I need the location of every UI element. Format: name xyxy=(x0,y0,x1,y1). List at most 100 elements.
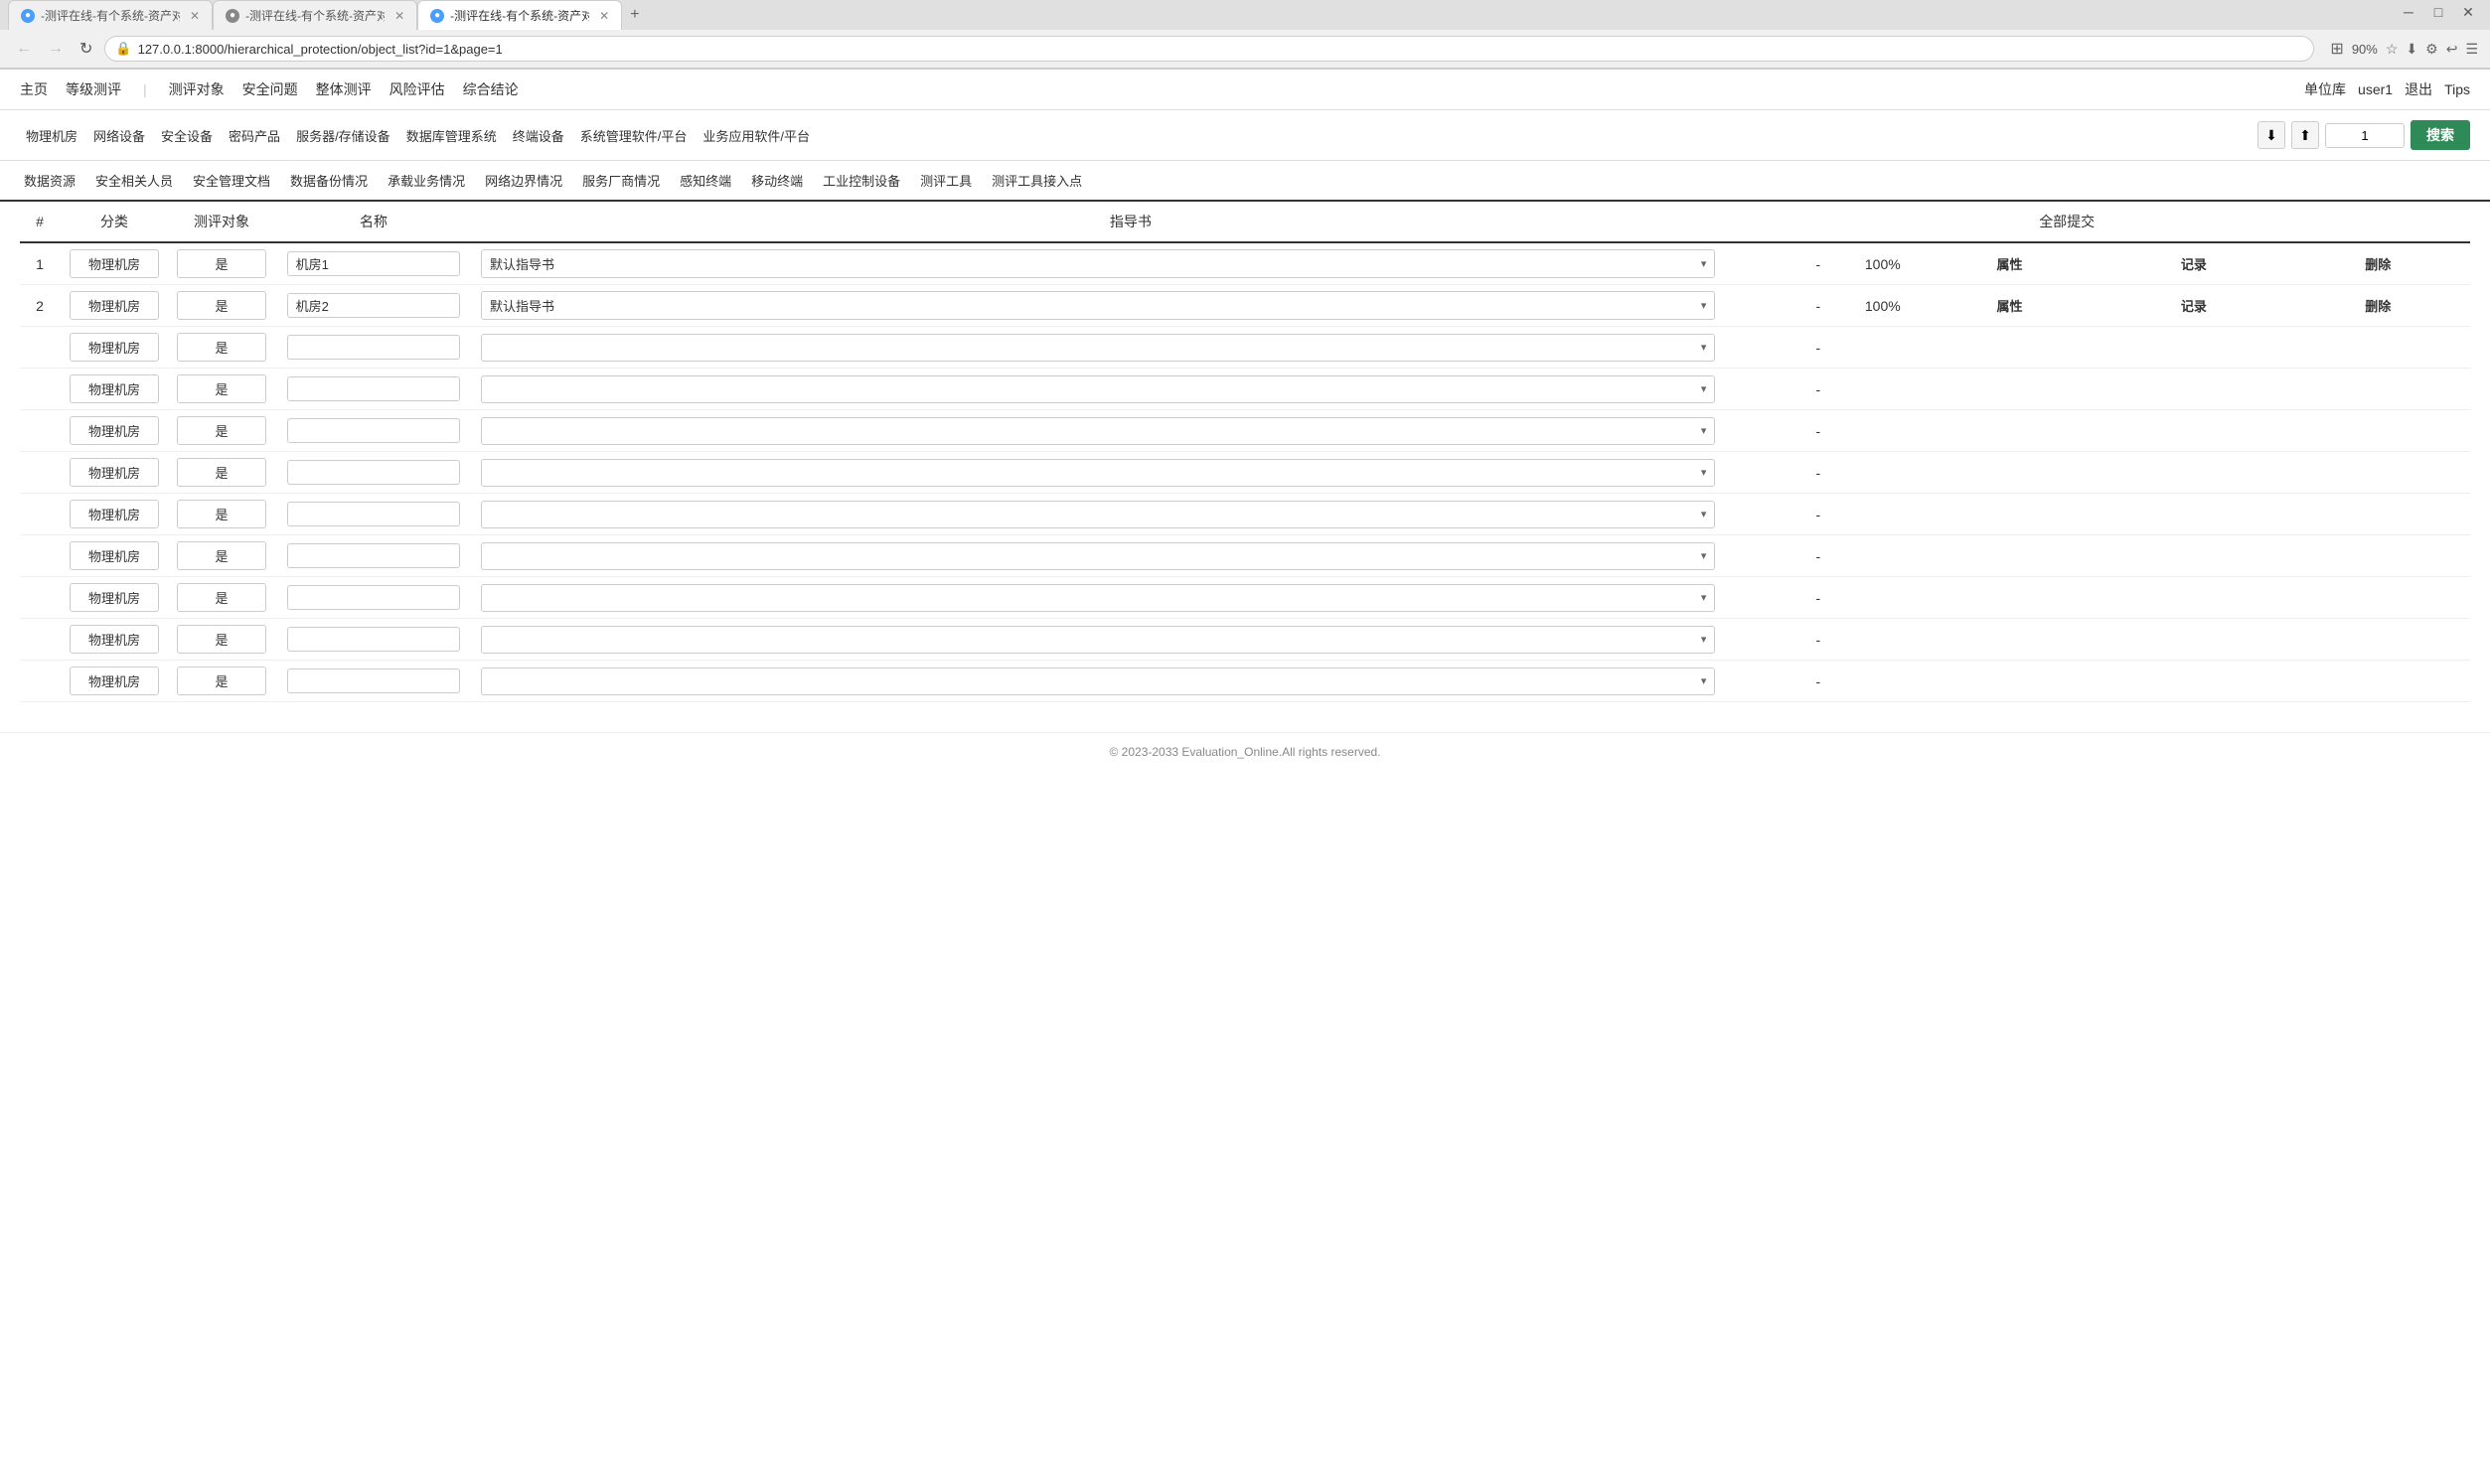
subcat-mobile-terminal[interactable]: 移动终端 xyxy=(747,169,807,192)
subcat-security-docs[interactable]: 安全管理文档 xyxy=(189,169,274,192)
bookmark-icon[interactable]: ☆ xyxy=(2386,41,2399,58)
subcat-network-boundary[interactable]: 网络边界情况 xyxy=(481,169,566,192)
name-input[interactable] xyxy=(287,335,461,360)
cell-guide[interactable]: ▾ xyxy=(473,661,1789,702)
nav-unit-library[interactable]: 单位库 xyxy=(2304,79,2346,99)
subcat-security-staff[interactable]: 安全相关人员 xyxy=(91,169,177,192)
cell-delete-action[interactable]: 删除 xyxy=(2286,242,2470,285)
close-window-button[interactable]: ✕ xyxy=(2454,0,2482,24)
subcat-service-vendor[interactable]: 服务厂商情况 xyxy=(578,169,664,192)
cell-delete-action[interactable]: 删除 xyxy=(2286,285,2470,327)
address-input-container[interactable]: 🔒 127.0.0.1:8000/hierarchical_protection… xyxy=(104,36,2314,62)
guide-select[interactable]: 默认指导书▾ xyxy=(481,249,1715,278)
cell-guide[interactable]: ▾ xyxy=(473,494,1789,535)
cell-name[interactable] xyxy=(274,577,473,619)
nav-user[interactable]: user1 xyxy=(2358,81,2393,97)
cell-name[interactable] xyxy=(274,285,473,327)
name-input[interactable] xyxy=(287,627,461,652)
cat-db-management[interactable]: 数据库管理系统 xyxy=(400,124,503,147)
cell-attr-action[interactable]: 属性 xyxy=(1918,242,2101,285)
name-input[interactable] xyxy=(287,418,461,443)
extensions-icon[interactable]: ⊞ xyxy=(2330,39,2343,59)
settings-icon[interactable]: ⚙ xyxy=(2425,41,2438,58)
cat-security-devices[interactable]: 安全设备 xyxy=(155,124,219,147)
cell-name[interactable] xyxy=(274,619,473,661)
cell-name[interactable] xyxy=(274,661,473,702)
cat-crypto-products[interactable]: 密码产品 xyxy=(223,124,286,147)
browser-tab-3[interactable]: ● -测评在线-有个系统-资产对象 ✕ xyxy=(417,0,622,30)
cell-guide[interactable]: ▾ xyxy=(473,452,1789,494)
guide-select-empty[interactable]: ▾ xyxy=(481,501,1715,528)
cell-guide[interactable]: ▾ xyxy=(473,327,1789,369)
name-input[interactable] xyxy=(287,251,461,276)
nav-logout[interactable]: 退出 xyxy=(2405,79,2432,99)
guide-select-empty[interactable]: ▾ xyxy=(481,417,1715,445)
name-input[interactable] xyxy=(287,668,461,693)
cell-guide[interactable]: ▾ xyxy=(473,577,1789,619)
undo-icon[interactable]: ↩ xyxy=(2446,41,2458,58)
guide-select-empty[interactable]: ▾ xyxy=(481,542,1715,570)
cell-name[interactable] xyxy=(274,327,473,369)
browser-tab-1[interactable]: ● -测评在线-有个系统-资产对象 ✕ xyxy=(8,0,213,30)
subcat-biz-load[interactable]: 承载业务情况 xyxy=(384,169,469,192)
cell-record-action[interactable]: 记录 xyxy=(2101,285,2285,327)
cat-network-devices[interactable]: 网络设备 xyxy=(87,124,151,147)
import-button[interactable]: ⬆ xyxy=(2291,121,2319,149)
name-input[interactable] xyxy=(287,460,461,485)
cell-name[interactable] xyxy=(274,242,473,285)
tab-close-2[interactable]: ✕ xyxy=(394,9,404,23)
subcat-eval-tool-entry[interactable]: 测评工具接入点 xyxy=(988,169,1086,192)
guide-select-empty[interactable]: ▾ xyxy=(481,668,1715,695)
new-tab-button[interactable]: + xyxy=(622,0,647,30)
export-button[interactable]: ⬇ xyxy=(2257,121,2285,149)
cell-name[interactable] xyxy=(274,369,473,410)
subcat-data-backup[interactable]: 数据备份情况 xyxy=(286,169,372,192)
name-input[interactable] xyxy=(287,293,461,318)
nav-risk-eval[interactable]: 风险评估 xyxy=(389,79,445,99)
name-input[interactable] xyxy=(287,502,461,526)
name-input[interactable] xyxy=(287,585,461,610)
guide-select[interactable]: 默认指导书▾ xyxy=(481,291,1715,320)
cat-servers[interactable]: 服务器/存储设备 xyxy=(290,124,396,147)
browser-tab-2[interactable]: ● -测评在线-有个系统-资产对象 ✕ xyxy=(213,0,417,30)
cell-guide[interactable]: ▾ xyxy=(473,619,1789,661)
attr-link[interactable]: 属性 xyxy=(1996,257,2022,272)
menu-icon[interactable]: ☰ xyxy=(2465,41,2478,58)
tab-close-1[interactable]: ✕ xyxy=(190,9,200,23)
cat-sys-mgmt-software[interactable]: 系统管理软件/平台 xyxy=(574,124,694,147)
cell-guide[interactable]: ▾ xyxy=(473,535,1789,577)
nav-grade-eval[interactable]: 等级测评 xyxy=(66,79,121,99)
subcat-eval-tools[interactable]: 测评工具 xyxy=(916,169,976,192)
nav-summary[interactable]: 综合结论 xyxy=(463,79,519,99)
tab-close-3[interactable]: ✕ xyxy=(599,9,609,23)
nav-tips[interactable]: Tips xyxy=(2444,81,2470,97)
cell-name[interactable] xyxy=(274,535,473,577)
cell-guide[interactable]: 默认指导书▾ xyxy=(473,285,1789,327)
maximize-button[interactable]: □ xyxy=(2424,0,2452,24)
nav-home[interactable]: 主页 xyxy=(20,79,48,99)
refresh-button[interactable]: ↻ xyxy=(76,37,96,61)
download-icon[interactable]: ⬇ xyxy=(2406,41,2417,58)
cell-record-action[interactable]: 记录 xyxy=(2101,242,2285,285)
record-link[interactable]: 记录 xyxy=(2181,257,2207,272)
cell-name[interactable] xyxy=(274,494,473,535)
cell-attr-action[interactable]: 属性 xyxy=(1918,285,2101,327)
attr-link[interactable]: 属性 xyxy=(1996,299,2022,314)
subcat-sense-terminal[interactable]: 感知终端 xyxy=(676,169,735,192)
nav-eval-object[interactable]: 测评对象 xyxy=(169,79,225,99)
cell-guide[interactable]: ▾ xyxy=(473,410,1789,452)
nav-overall-eval[interactable]: 整体测评 xyxy=(316,79,372,99)
nav-security-issues[interactable]: 安全问题 xyxy=(242,79,298,99)
cell-guide[interactable]: 默认指导书▾ xyxy=(473,242,1789,285)
delete-link[interactable]: 删除 xyxy=(2365,257,2391,272)
cell-name[interactable] xyxy=(274,410,473,452)
search-button[interactable]: 搜索 xyxy=(2411,120,2470,150)
guide-select-empty[interactable]: ▾ xyxy=(481,375,1715,403)
subcat-industrial-control[interactable]: 工业控制设备 xyxy=(819,169,904,192)
guide-select-empty[interactable]: ▾ xyxy=(481,626,1715,654)
search-page-input[interactable] xyxy=(2325,123,2405,148)
delete-link[interactable]: 删除 xyxy=(2365,299,2391,314)
cat-physical-room[interactable]: 物理机房 xyxy=(20,124,83,147)
guide-select-empty[interactable]: ▾ xyxy=(481,334,1715,362)
cat-terminal-devices[interactable]: 终端设备 xyxy=(507,124,570,147)
